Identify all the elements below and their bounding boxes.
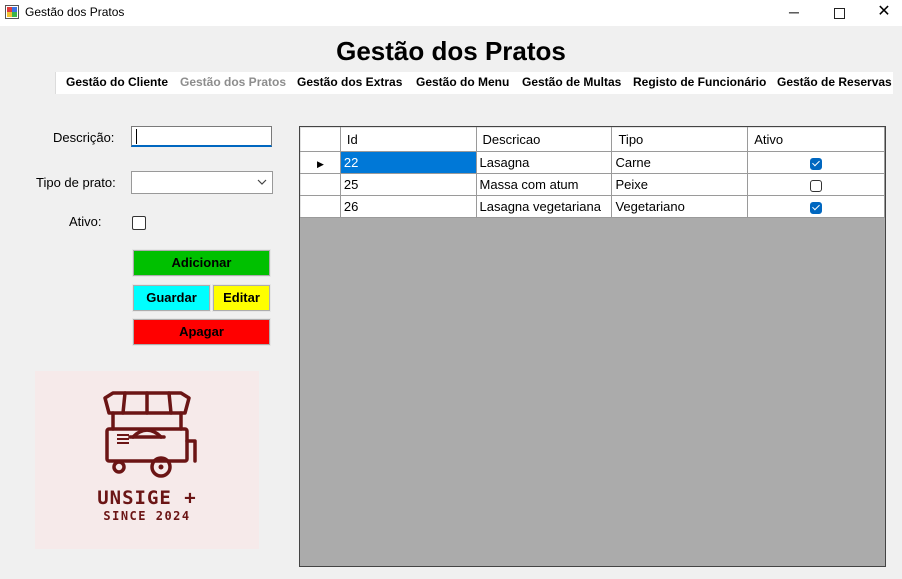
- ativo-label: Ativo:: [69, 214, 102, 229]
- column-header-id[interactable]: Id: [339, 127, 477, 152]
- logo: UNSIGE + SINCE 2024: [35, 371, 259, 549]
- column-header-descricao[interactable]: Descricao: [475, 127, 613, 152]
- cell-id[interactable]: 22: [339, 151, 477, 174]
- cell-ativo[interactable]: [747, 195, 885, 218]
- pratos-table: Id Descricao Tipo Ativo ▶ 22 Lasagna Car…: [300, 127, 885, 218]
- maximize-button[interactable]: [816, 0, 862, 26]
- close-button[interactable]: ✕: [861, 0, 902, 26]
- menu-item-registo-funcionario[interactable]: Registo de Funcionário: [633, 75, 766, 89]
- text-caret: [136, 129, 137, 144]
- pratos-grid[interactable]: Id Descricao Tipo Ativo ▶ 22 Lasagna Car…: [299, 126, 886, 567]
- logo-subtitle: SINCE 2024: [103, 509, 191, 523]
- ativo-checkbox-checked[interactable]: [810, 157, 823, 170]
- row-header-current[interactable]: ▶: [300, 151, 341, 174]
- table-row[interactable]: ▶ 22 Lasagna Carne: [300, 151, 885, 174]
- current-row-arrow-icon: ▶: [316, 159, 324, 169]
- ativo-checkbox-unchecked[interactable]: [810, 179, 823, 192]
- ativo-checkbox-checked[interactable]: [810, 201, 823, 214]
- adicionar-button[interactable]: Adicionar: [132, 249, 271, 277]
- cell-tipo[interactable]: Peixe: [611, 173, 749, 196]
- guardar-button[interactable]: Guardar: [132, 284, 211, 312]
- window-title: Gestão dos Pratos: [25, 5, 125, 19]
- cell-descricao[interactable]: Lasagna: [475, 151, 613, 174]
- menu-strip: Gestão do Cliente Gestão dos Pratos Gest…: [55, 72, 893, 94]
- menu-item-gestao-pratos: Gestão dos Pratos: [180, 75, 287, 89]
- menu-item-gestao-reservas[interactable]: Gestão de Reservas: [777, 75, 892, 89]
- cell-id[interactable]: 25: [339, 173, 477, 196]
- minimize-button[interactable]: ─: [771, 0, 817, 26]
- ativo-checkbox[interactable]: [132, 216, 146, 230]
- menu-item-gestao-menu[interactable]: Gestão do Menu: [416, 75, 509, 89]
- menu-item-gestao-extras[interactable]: Gestão dos Extras: [297, 75, 402, 89]
- app-icon: [5, 5, 19, 19]
- table-row[interactable]: 26 Lasagna vegetariana Vegetariano: [300, 195, 885, 218]
- menu-item-gestao-cliente[interactable]: Gestão do Cliente: [66, 75, 168, 89]
- tipo-prato-label: Tipo de prato:: [36, 175, 116, 190]
- cell-ativo[interactable]: [747, 173, 885, 196]
- column-header-ativo[interactable]: Ativo: [747, 127, 885, 152]
- cell-id[interactable]: 26: [339, 195, 477, 218]
- cell-tipo[interactable]: Vegetariano: [611, 195, 749, 218]
- grid-header-row: Id Descricao Tipo Ativo: [300, 127, 885, 152]
- descricao-input[interactable]: [131, 126, 272, 147]
- grid-corner-header[interactable]: [300, 127, 341, 152]
- cell-descricao[interactable]: Massa com atum: [475, 173, 613, 196]
- cell-tipo[interactable]: Carne: [611, 151, 749, 174]
- menu-item-gestao-multas[interactable]: Gestão de Multas: [522, 75, 621, 89]
- minimize-icon: ─: [789, 4, 799, 20]
- page-title: Gestão dos Pratos: [336, 36, 566, 66]
- apagar-button[interactable]: Apagar: [132, 318, 271, 346]
- table-row[interactable]: 25 Massa com atum Peixe: [300, 173, 885, 196]
- maximize-icon: [833, 7, 845, 19]
- descricao-label: Descrição:: [53, 130, 115, 145]
- row-header[interactable]: [300, 195, 341, 218]
- cell-ativo[interactable]: [747, 151, 885, 174]
- tipo-prato-select[interactable]: [131, 171, 273, 194]
- window-title-bar: Gestão dos Pratos ─ ✕: [0, 0, 902, 26]
- close-icon: ✕: [877, 3, 891, 20]
- column-header-tipo[interactable]: Tipo: [611, 127, 749, 152]
- cell-descricao[interactable]: Lasagna vegetariana: [475, 195, 613, 218]
- food-cart-icon: [103, 391, 197, 478]
- logo-title: UNSIGE +: [97, 487, 197, 509]
- chevron-down-icon: [257, 179, 267, 185]
- row-header[interactable]: [300, 173, 341, 196]
- editar-button[interactable]: Editar: [212, 284, 271, 312]
